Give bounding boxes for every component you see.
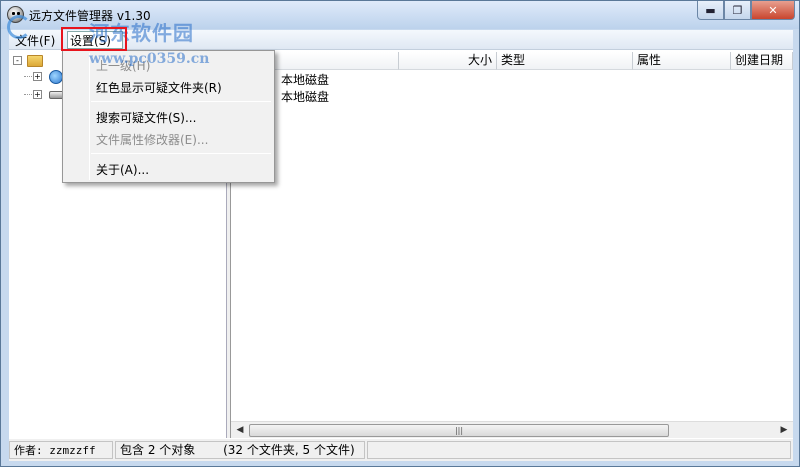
folder-icon — [27, 55, 43, 67]
status-count: 包含 2 个对象 (32 个文件夹, 5 个文件) — [115, 441, 365, 459]
window-controls: ▬ ❐ ✕ — [697, 1, 795, 21]
scroll-thumb[interactable]: ||| — [249, 424, 669, 437]
menu-item-red-suspicious[interactable]: 红色显示可疑文件夹(R) — [96, 79, 222, 96]
column-attributes[interactable]: 属性 — [633, 52, 731, 70]
close-button[interactable]: ✕ — [751, 1, 795, 20]
settings-dropdown-menu: 上一级(H) 红色显示可疑文件夹(R) 搜索可疑文件(S)... 文件属性修改器… — [62, 50, 275, 183]
tree-collapse-icon[interactable]: - — [13, 56, 22, 65]
status-author-text: 作者: zzmzzff — [14, 444, 96, 457]
menu-item-about[interactable]: 关于(A)... — [96, 161, 149, 178]
maximize-button[interactable]: ❐ — [724, 1, 751, 20]
horizontal-scrollbar[interactable]: ◀ ||| ▶ — [231, 421, 793, 438]
column-size[interactable]: 大小 — [399, 52, 497, 70]
file-list[interactable]: 大小 类型 属性 创建日期 本地磁盘 本地磁盘 ◀ ||| ▶ — [231, 50, 793, 438]
column-type[interactable]: 类型 — [497, 52, 633, 70]
list-item[interactable]: 本地磁盘 — [281, 88, 329, 105]
list-item[interactable]: 本地磁盘 — [281, 71, 329, 88]
scroll-right-icon[interactable]: ▶ — [777, 424, 791, 437]
menu-item-search-suspicious[interactable]: 搜索可疑文件(S)... — [96, 109, 196, 126]
menu-separator — [91, 153, 271, 154]
status-detail-text: (32 个文件夹, 5 个文件) — [223, 443, 355, 457]
annotation-highlight-box — [61, 27, 127, 51]
minimize-button[interactable]: ▬ — [697, 1, 724, 20]
menu-item-attr-modifier: 文件属性修改器(E)... — [96, 133, 209, 147]
status-bar: 作者: zzmzzff 包含 2 个对象 (32 个文件夹, 5 个文件) — [9, 439, 793, 461]
status-count-text: 包含 2 个对象 — [120, 443, 196, 457]
column-created[interactable]: 创建日期 — [731, 52, 793, 70]
watermark-logo-icon — [7, 15, 31, 39]
app-window: 远方文件管理器 v1.30 ▬ ❐ ✕ 河东软件园 www.pc0359.cn … — [0, 0, 800, 467]
menu-gutter — [89, 53, 90, 180]
tree-expand-icon[interactable]: + — [33, 90, 42, 99]
status-author: 作者: zzmzzff — [9, 441, 113, 459]
watermark-url: www.pc0359.cn — [89, 51, 210, 67]
menu-separator — [91, 101, 271, 102]
globe-icon — [49, 70, 63, 84]
status-empty — [367, 441, 791, 459]
tree-expand-icon[interactable]: + — [33, 72, 42, 81]
scroll-left-icon[interactable]: ◀ — [233, 424, 247, 437]
